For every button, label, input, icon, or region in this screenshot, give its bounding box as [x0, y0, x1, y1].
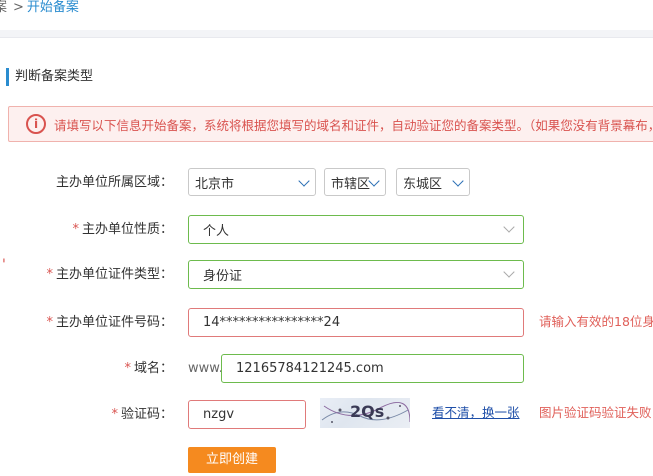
required-mark: *	[124, 361, 131, 376]
cert-no-row: * 主办单位证件号码： 14****************24 请输入有效的18…	[0, 308, 653, 338]
chevron-down-icon	[452, 175, 464, 187]
breadcrumb-current: 开始备案	[26, 0, 79, 15]
cert-type-select[interactable]: 身份证	[188, 260, 524, 289]
cert-type-value: 身份证	[203, 269, 243, 284]
captcha-image[interactable]: 2Qs	[320, 398, 410, 428]
cert-no-label: * 主办单位证件号码：	[46, 308, 173, 338]
domain-prefix: www.	[188, 361, 223, 376]
city-select[interactable]: 市辖区	[324, 168, 386, 196]
domain-input[interactable]: 12165784121245.com	[221, 354, 524, 383]
cert-no-input[interactable]: 14****************24	[188, 308, 524, 337]
chevron-down-icon	[503, 221, 515, 233]
district-value: 东城区	[403, 176, 443, 192]
domain-label: * 域名：	[124, 354, 173, 384]
nature-select[interactable]: 个人	[188, 215, 524, 244]
section-title: 判断备案类型	[6, 68, 93, 86]
breadcrumb-prev[interactable]: 案	[0, 0, 7, 15]
nature-label-text: 主办单位性质：	[81, 222, 173, 237]
chevron-down-icon	[368, 175, 380, 187]
region-label: 主办单位所属区域：	[55, 175, 173, 190]
page: 案 > 开始备案 判断备案类型 i 请填写以下信息开始备案，系统将根据您填写的域名和…	[0, 0, 653, 476]
required-mark: *	[46, 267, 53, 282]
info-circle-icon: i	[26, 114, 46, 134]
required-mark: *	[111, 407, 118, 422]
region-row: 主办单位所属区域： 北京市 市辖区 东城区	[0, 168, 653, 198]
create-button[interactable]: 立即创建	[188, 447, 276, 473]
cert-type-label-text: 主办单位证件类型：	[55, 267, 173, 282]
captcha-glyphs: 2Qs	[350, 402, 385, 421]
province-value: 北京市	[195, 176, 235, 192]
nature-value: 个人	[203, 224, 230, 239]
cert-no-error: 请输入有效的18位身份	[539, 314, 653, 329]
captcha-label-text: 验证码：	[120, 407, 173, 422]
captcha-input[interactable]: nzgv	[188, 400, 306, 429]
required-mark: *	[72, 222, 79, 237]
domain-row: * 域名： www. 12165784121245.com	[0, 354, 653, 384]
province-select[interactable]: 北京市	[188, 168, 316, 196]
cert-type-row: * 主办单位证件类型： 身份证	[0, 260, 653, 290]
notice-banner: i 请填写以下信息开始备案，系统将根据您填写的域名和证件，自动验证您的备案类型。…	[8, 106, 653, 142]
captcha-label: * 验证码：	[111, 400, 173, 430]
captcha-error: 图片验证码验证失败	[539, 405, 652, 420]
district-select[interactable]: 东城区	[396, 168, 470, 196]
chevron-down-icon	[298, 175, 310, 187]
breadcrumb: 案 > 开始备案	[0, 0, 79, 20]
breadcrumb-separator: >	[13, 0, 24, 15]
cert-no-label-text: 主办单位证件号码：	[55, 315, 173, 330]
chevron-down-icon	[503, 266, 515, 278]
captcha-refresh-link[interactable]: 看不清，换一张	[432, 400, 520, 426]
notice-text: 请填写以下信息开始备案，系统将根据您填写的域名和证件，自动验证您的备案类型。（如…	[54, 117, 653, 133]
required-mark: *	[46, 315, 53, 330]
header-divider	[0, 30, 653, 38]
nature-row: * 主办单位性质： 个人	[0, 215, 653, 245]
nature-label: * 主办单位性质：	[72, 215, 173, 245]
captcha-row: * 验证码： nzgv 2Qs 看不清，换一张 图片验证码验证失败	[0, 398, 653, 430]
cert-type-label: * 主办单位证件类型：	[46, 260, 173, 290]
city-value: 市辖区	[331, 176, 371, 192]
domain-label-text: 域名：	[133, 361, 173, 376]
